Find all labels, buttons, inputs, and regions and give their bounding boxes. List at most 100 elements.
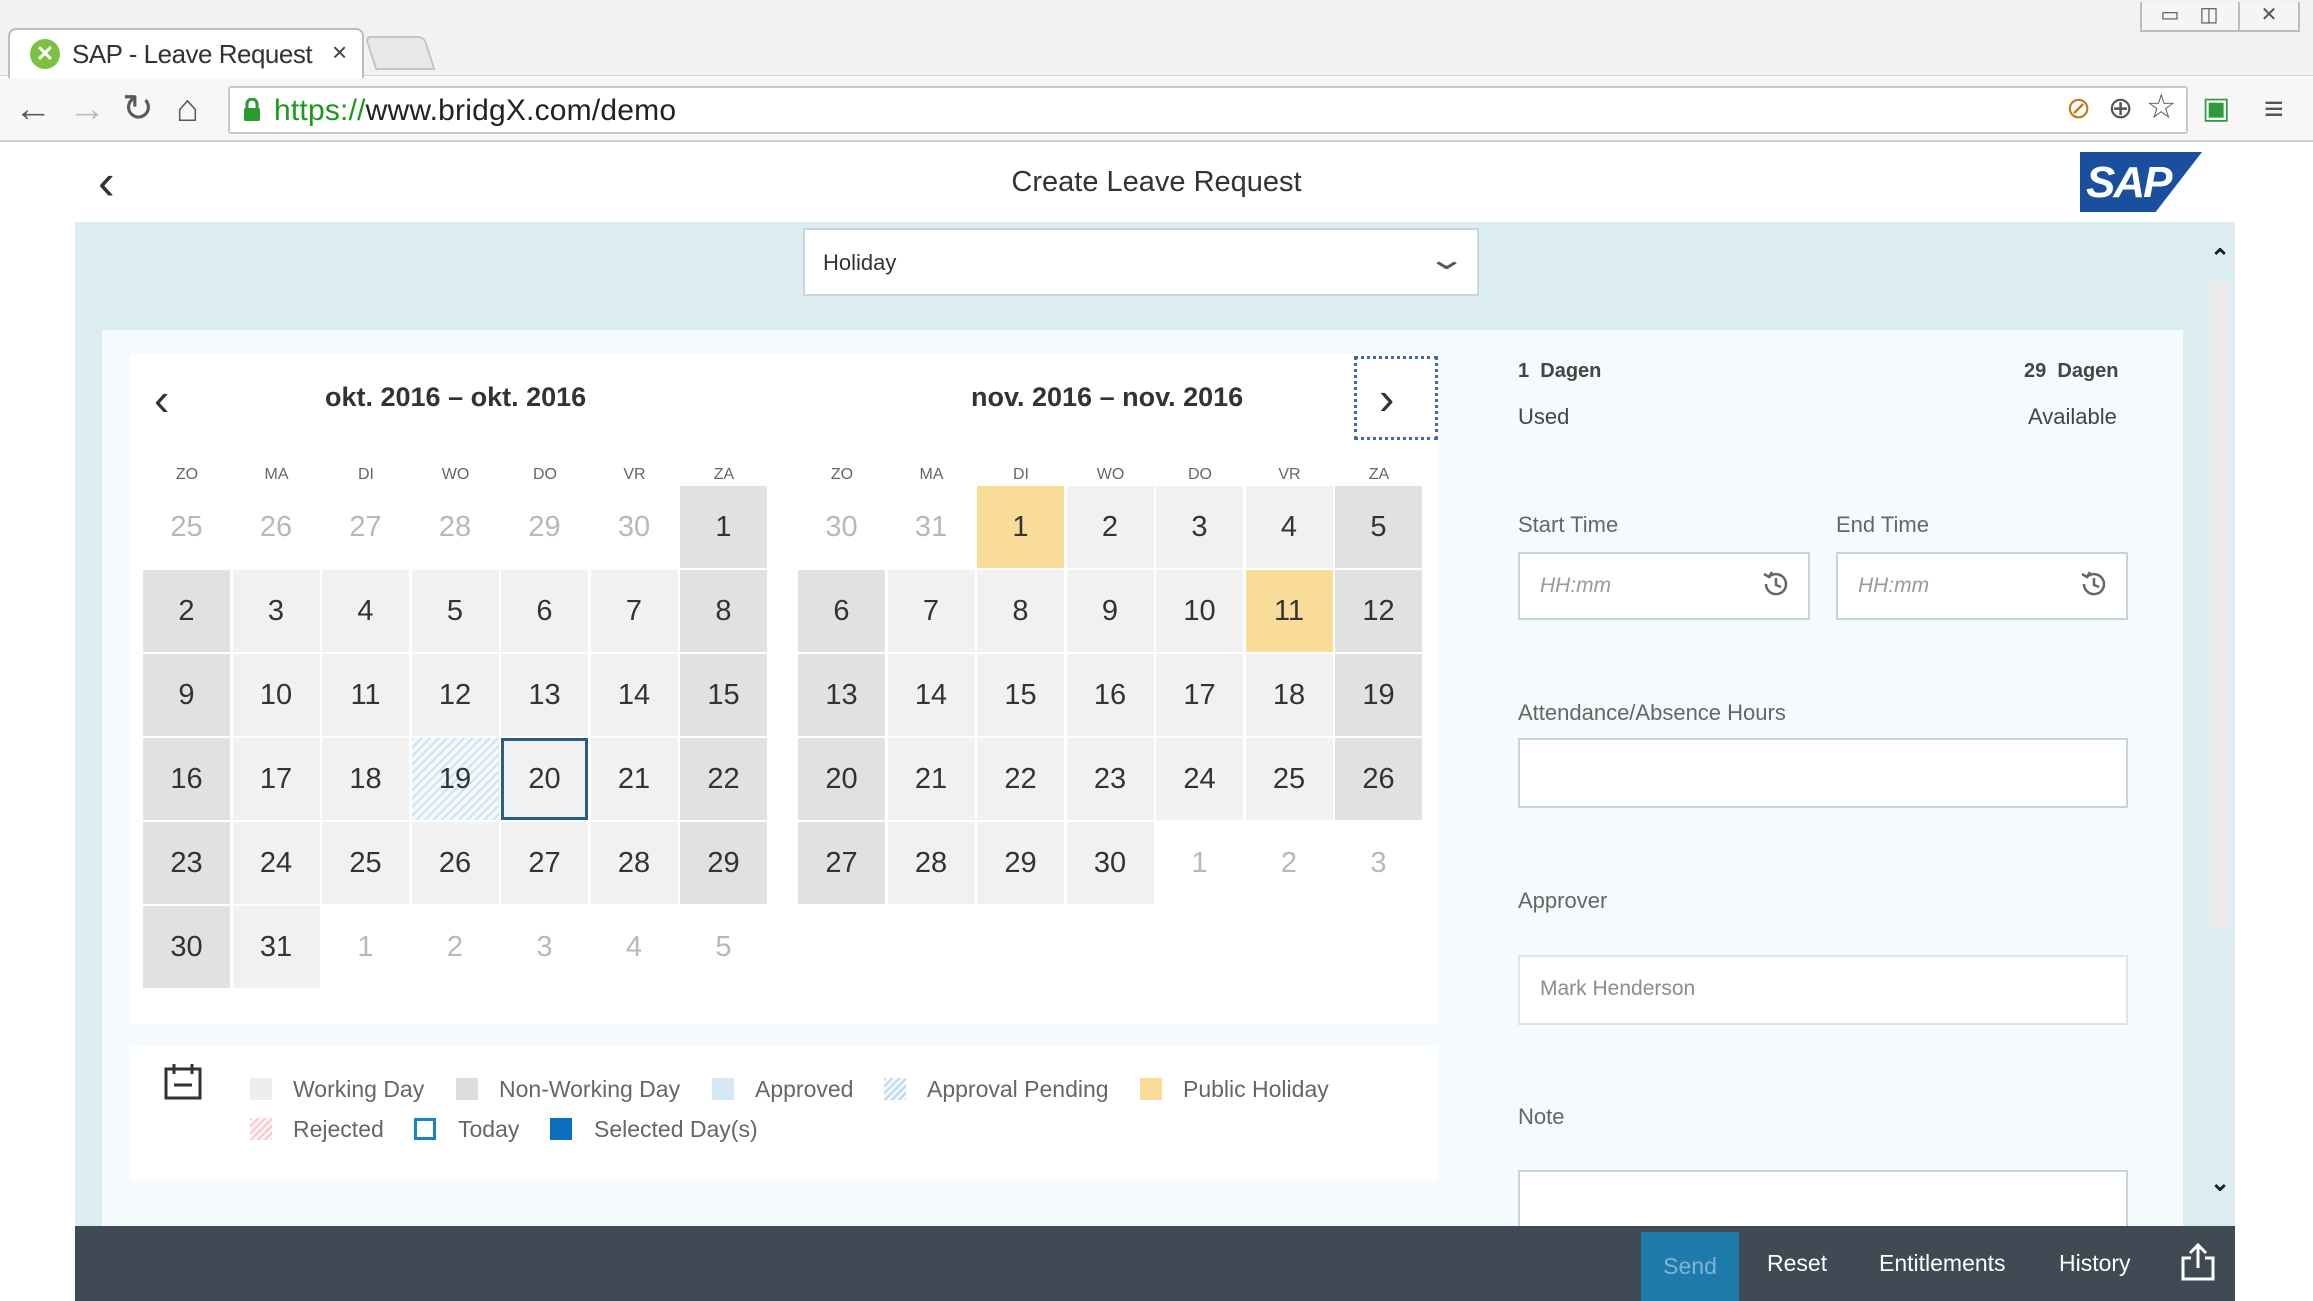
- bookmark-star-icon[interactable]: ☆: [2146, 84, 2176, 130]
- calendar-day[interactable]: 12: [1335, 570, 1422, 652]
- time-picker-icon[interactable]: [1760, 568, 1792, 600]
- scroll-up-icon[interactable]: ⌃: [2210, 244, 2230, 273]
- new-tab-button[interactable]: [364, 36, 436, 70]
- address-bar[interactable]: https://www.bridgX.com/demo ⊘ ⊕ ☆: [228, 86, 2188, 134]
- window-close-icon[interactable]: ✕: [2240, 2, 2300, 32]
- calendar-day[interactable]: 4: [1245, 486, 1333, 568]
- calendar-day[interactable]: 27: [798, 822, 885, 904]
- calendar-day[interactable]: 15: [680, 654, 767, 736]
- legend-non-working-day: Non-Working Day: [499, 1076, 681, 1102]
- blocked-content-icon[interactable]: ⊘: [2066, 86, 2091, 132]
- send-button[interactable]: Send: [1641, 1232, 1739, 1301]
- footer-toolbar: Send Reset Entitlements History: [75, 1226, 2235, 1301]
- calendar-day[interactable]: 28: [887, 822, 975, 904]
- calendar-day[interactable]: 1: [680, 486, 767, 568]
- calendar-day[interactable]: 16: [143, 738, 230, 820]
- calendar-day[interactable]: 14: [590, 654, 678, 736]
- time-picker-icon[interactable]: [2078, 568, 2110, 600]
- calendar-day[interactable]: 29: [977, 822, 1064, 904]
- restore-icon[interactable]: ◫: [2180, 2, 2240, 32]
- available-count: 29 Dagen: [2024, 360, 2119, 382]
- calendar-day[interactable]: 2: [143, 570, 230, 652]
- calendar-day[interactable]: 4: [322, 570, 409, 652]
- calendar-day[interactable]: 8: [680, 570, 767, 652]
- legend-public-holiday-swatch: [1140, 1078, 1162, 1100]
- calendar-day[interactable]: 5: [1335, 486, 1422, 568]
- calendar-day[interactable]: 19: [1335, 654, 1422, 736]
- reset-button[interactable]: Reset: [1767, 1250, 1827, 1277]
- extension-icon[interactable]: ▣: [2202, 86, 2230, 132]
- entitlements-button[interactable]: Entitlements: [1879, 1250, 2006, 1277]
- calendar-day[interactable]: 7: [887, 570, 975, 652]
- calendar-day[interactable]: 5: [411, 570, 499, 652]
- calendar-day[interactable]: 24: [1156, 738, 1243, 820]
- calendar-day[interactable]: 21: [590, 738, 678, 820]
- calendar-day[interactable]: 6: [501, 570, 588, 652]
- scroll-down-icon[interactable]: ⌃: [2210, 1166, 2230, 1195]
- calendar-day[interactable]: 7: [590, 570, 678, 652]
- calendar-day[interactable]: 29: [680, 822, 767, 904]
- calendar-day[interactable]: 9: [1066, 570, 1154, 652]
- calendar-day[interactable]: 11: [322, 654, 409, 736]
- calendar-day[interactable]: 21: [887, 738, 975, 820]
- calendar-day[interactable]: 20: [798, 738, 885, 820]
- calendar-day[interactable]: 18: [1245, 654, 1333, 736]
- calendar-day[interactable]: 24: [232, 822, 320, 904]
- approver-input[interactable]: Mark Henderson: [1518, 955, 2128, 1025]
- calendar-day[interactable]: 10: [1156, 570, 1243, 652]
- calendar-day[interactable]: 17: [1156, 654, 1243, 736]
- note-input[interactable]: [1518, 1170, 2128, 1226]
- end-time-input[interactable]: HH:mm: [1836, 552, 2128, 620]
- calendar-day[interactable]: 31: [232, 906, 320, 988]
- calendar-day[interactable]: 19: [411, 738, 499, 820]
- calendar-day[interactable]: 28: [590, 822, 678, 904]
- browser-menu-icon[interactable]: ≡: [2264, 86, 2284, 132]
- calendar-day[interactable]: 18: [322, 738, 409, 820]
- calendar-day[interactable]: 26: [411, 822, 499, 904]
- calendar-day[interactable]: 30: [143, 906, 230, 988]
- calendar-day[interactable]: 13: [501, 654, 588, 736]
- calendar-day[interactable]: 13: [798, 654, 885, 736]
- share-icon[interactable]: [2179, 1242, 2217, 1282]
- calendar-day[interactable]: 23: [143, 822, 230, 904]
- history-button[interactable]: History: [2059, 1250, 2131, 1277]
- home-icon[interactable]: ⌂: [176, 86, 199, 132]
- calendar-day[interactable]: 25: [322, 822, 409, 904]
- calendar-day[interactable]: 1: [977, 486, 1064, 568]
- calendar-day[interactable]: 26: [1335, 738, 1422, 820]
- browser-tab[interactable]: ✕ SAP - Leave Request ×: [8, 28, 364, 78]
- hours-input[interactable]: [1518, 738, 2128, 808]
- calendar-day[interactable]: 22: [680, 738, 767, 820]
- calendar-day-today[interactable]: 20: [501, 738, 588, 820]
- calendar-prev-button[interactable]: ‹: [154, 374, 169, 424]
- calendar-day[interactable]: 12: [411, 654, 499, 736]
- calendar-day[interactable]: 8: [977, 570, 1064, 652]
- tab-close-icon[interactable]: ×: [332, 37, 347, 68]
- calendar-day[interactable]: 15: [977, 654, 1064, 736]
- browser-back-icon[interactable]: ←: [14, 86, 52, 132]
- calendar-day[interactable]: 16: [1066, 654, 1154, 736]
- scroll-thumb[interactable]: [2210, 280, 2230, 930]
- calendar-day[interactable]: 11: [1245, 570, 1333, 652]
- calendar-day[interactable]: 17: [232, 738, 320, 820]
- start-time-input[interactable]: HH:mm: [1518, 552, 1810, 620]
- calendar-day[interactable]: 9: [143, 654, 230, 736]
- calendar-day[interactable]: 10: [232, 654, 320, 736]
- zoom-icon[interactable]: ⊕: [2108, 86, 2133, 132]
- calendar-day[interactable]: 27: [501, 822, 588, 904]
- calendar-day[interactable]: 23: [1066, 738, 1154, 820]
- calendar-day: 1: [357, 931, 374, 963]
- calendar-day[interactable]: 3: [232, 570, 320, 652]
- calendar-day[interactable]: 22: [977, 738, 1064, 820]
- calendar-day[interactable]: 25: [1245, 738, 1333, 820]
- reload-icon[interactable]: ↻: [122, 86, 154, 132]
- scrollbar[interactable]: ⌃ ⌃: [2207, 240, 2233, 1226]
- calendar-day[interactable]: 14: [887, 654, 975, 736]
- calendar-day[interactable]: 2: [1066, 486, 1154, 568]
- calendar-day[interactable]: 30: [1066, 822, 1154, 904]
- calendar-day[interactable]: 6: [798, 570, 885, 652]
- calendar-day[interactable]: 3: [1156, 486, 1243, 568]
- browser-forward-icon[interactable]: →: [68, 86, 106, 132]
- calendar-next-button[interactable]: ›: [1354, 356, 1438, 440]
- leave-type-select[interactable]: Holiday ⌄: [803, 228, 1479, 296]
